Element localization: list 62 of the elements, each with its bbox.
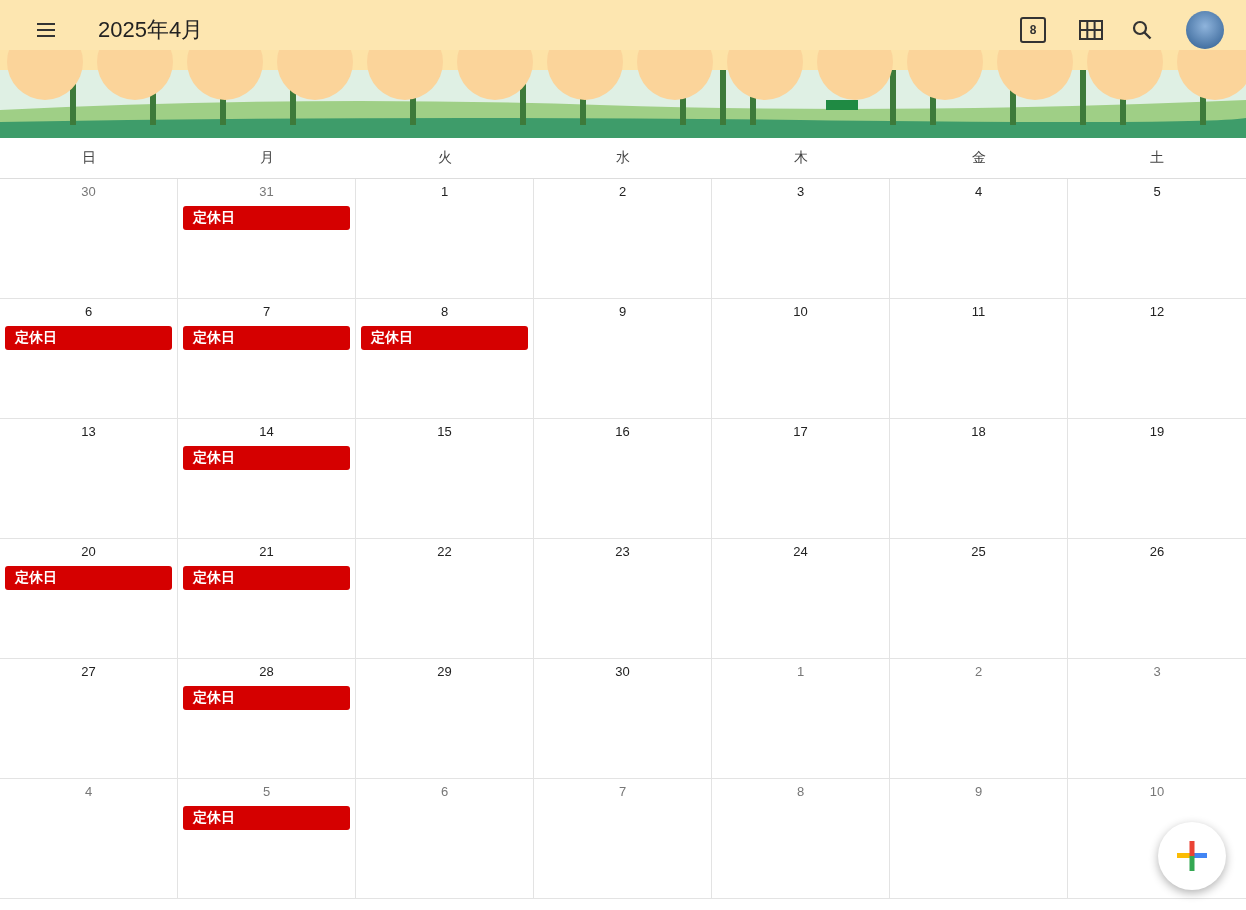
day-number: 5	[1153, 184, 1161, 201]
day-number: 3	[796, 184, 805, 201]
event-chip[interactable]: 定休日	[5, 326, 172, 350]
day-number: 29	[437, 664, 452, 681]
day-number: 26	[1149, 544, 1165, 561]
event-chip[interactable]: 定休日	[361, 326, 528, 350]
day-number: 13	[81, 424, 96, 441]
event-chip[interactable]: 定休日	[183, 686, 350, 710]
weekday-label: 月	[260, 149, 274, 167]
day-number: 11	[971, 304, 986, 321]
day-number: 2	[618, 184, 627, 201]
event-chip[interactable]: 定休日	[183, 446, 350, 470]
day-number: 12	[1149, 304, 1165, 321]
day-number: 10	[793, 304, 808, 321]
event-chip[interactable]: 定休日	[5, 566, 172, 590]
day-number: 2	[974, 664, 983, 681]
weekday-label: 日	[82, 149, 96, 167]
today-button[interactable]: 8	[1020, 17, 1046, 43]
day-number: 5	[262, 784, 271, 801]
weekday-label: 土	[1150, 149, 1164, 167]
day-number: 14	[259, 424, 274, 441]
event-chip[interactable]: 定休日	[183, 566, 350, 590]
day-number: 18	[971, 424, 986, 441]
month-title: 2025年4月	[98, 16, 204, 44]
day-number: 27	[81, 664, 96, 681]
weekday-label: 金	[972, 149, 986, 167]
day-number: 8	[796, 784, 805, 801]
event-chip[interactable]: 定休日	[183, 806, 350, 830]
day-number: 6	[440, 784, 449, 801]
weekday-label: 水	[616, 149, 630, 167]
day-number: 24	[793, 544, 808, 561]
day-number: 19	[1149, 424, 1165, 441]
weekday-label: 火	[438, 149, 452, 167]
day-number: 16	[615, 424, 630, 441]
day-number: 28	[259, 664, 274, 681]
day-number: 22	[437, 544, 452, 561]
day-number: 9	[974, 784, 983, 801]
day-number: 7	[618, 784, 627, 801]
day-number: 3	[1153, 664, 1161, 681]
day-number: 6	[84, 304, 93, 321]
day-number: 21	[259, 544, 274, 561]
day-number: 4	[84, 784, 93, 801]
day-number: 17	[793, 424, 808, 441]
day-number: 25	[971, 544, 986, 561]
day-number: 23	[615, 544, 630, 561]
day-number: 10	[1149, 784, 1165, 801]
weekday-label: 木	[794, 149, 808, 167]
day-number: 30	[615, 664, 630, 681]
day-number: 4	[974, 184, 983, 201]
event-chip[interactable]: 定休日	[183, 206, 350, 230]
day-number: 8	[440, 304, 449, 321]
day-number: 15	[437, 424, 452, 441]
day-number: 20	[81, 544, 96, 561]
day-number: 31	[259, 184, 274, 201]
add-button[interactable]	[1158, 822, 1226, 890]
day-number: 1	[440, 184, 449, 201]
plus-icon	[1176, 840, 1208, 872]
day-number: 9	[618, 304, 627, 321]
day-number: 7	[262, 304, 271, 321]
event-chip[interactable]: 定休日	[183, 326, 350, 350]
day-number: 30	[81, 184, 96, 201]
day-number: 1	[796, 664, 805, 681]
